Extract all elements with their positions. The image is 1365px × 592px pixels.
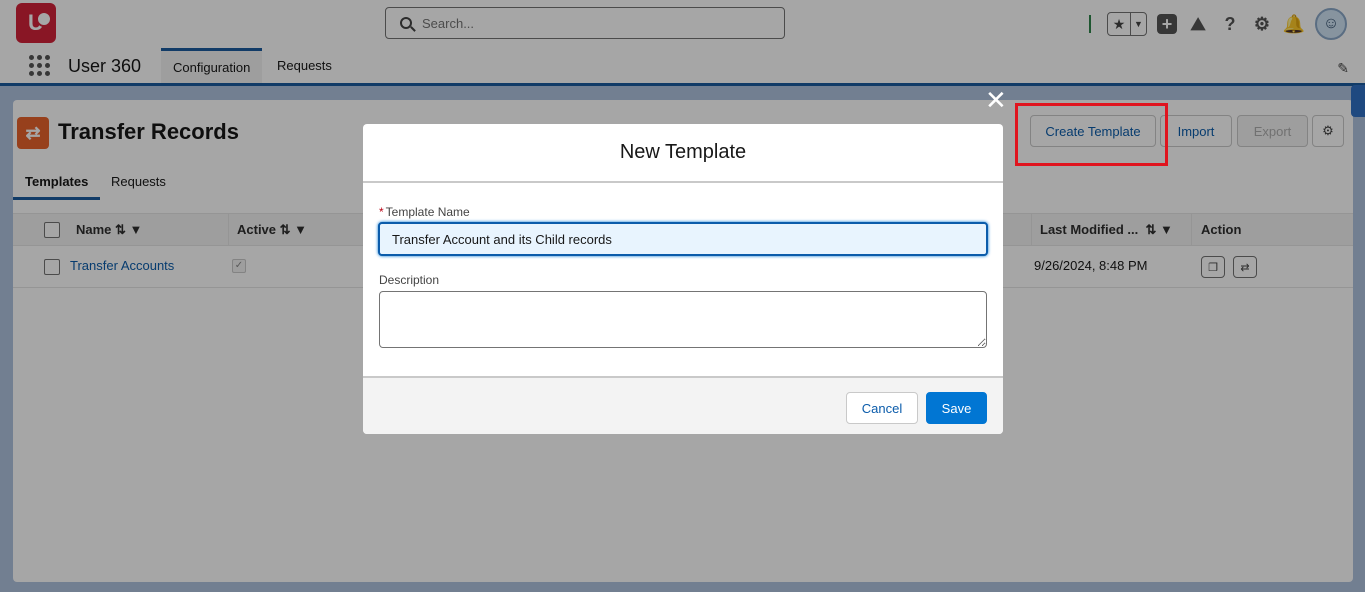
modal-title: New Template — [619, 141, 747, 163]
modal-body: *Template Name Description — [363, 183, 1003, 377]
description-label: Description — [379, 273, 440, 287]
new-template-modal: New Template *Template Name Description … — [363, 124, 1003, 434]
close-modal-icon[interactable]: ✕ — [985, 87, 1007, 113]
highlight-annotation — [1015, 103, 1168, 166]
template-name-label: * Template Name — [379, 205, 470, 219]
modal-header: New Template — [363, 124, 1003, 183]
template-name-input[interactable] — [378, 222, 988, 256]
save-button[interactable]: Save — [926, 392, 987, 424]
cancel-button[interactable]: Cancel — [846, 392, 918, 424]
description-textarea[interactable] — [379, 291, 987, 348]
modal-footer: Cancel Save — [363, 376, 1003, 434]
